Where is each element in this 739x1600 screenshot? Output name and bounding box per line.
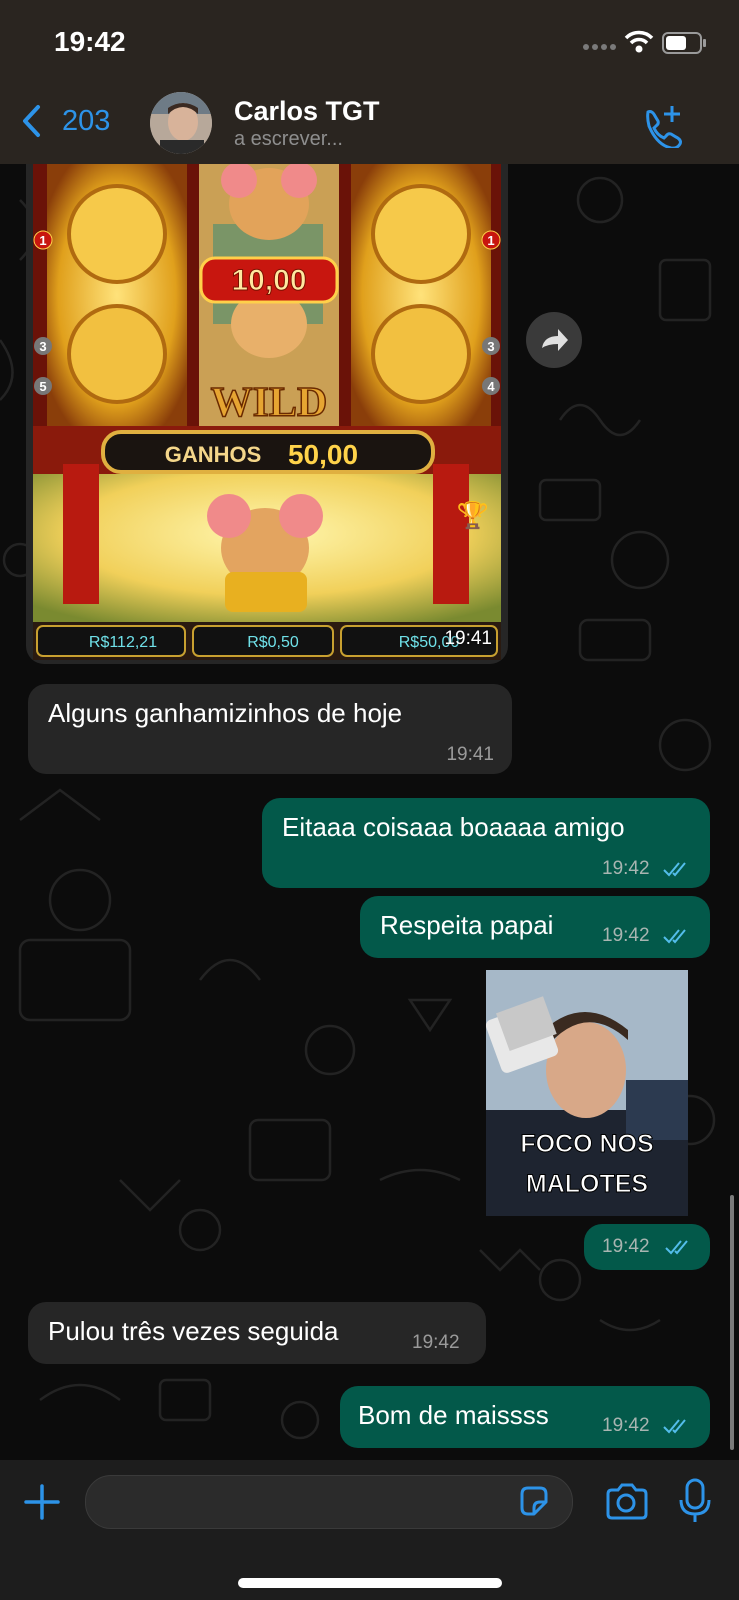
image-message-incoming[interactable]: 10,00 WILD 1 3 5 1 3 4 GANHOS 50,00 🏆 R$… <box>26 164 508 664</box>
message-text: Eitaaa coisaaa boaaaa amigo <box>282 812 625 842</box>
contact-name[interactable]: Carlos TGT <box>234 96 380 127</box>
message-time: 19:42 <box>602 1415 650 1436</box>
camera-button[interactable] <box>604 1482 648 1522</box>
message-text: Pulou três vezes seguida <box>48 1316 339 1346</box>
home-indicator <box>238 1578 502 1588</box>
back-button[interactable]: 203 <box>20 104 110 138</box>
message-time: 19:42 <box>602 1236 650 1257</box>
row-number-left-2: 3 <box>39 339 46 354</box>
multiplier-text: 10,00 <box>231 264 306 297</box>
row-number-left-3: 5 <box>39 379 46 394</box>
bet-value: R$0,50 <box>247 634 299 651</box>
message-incoming[interactable]: Pulou três vezes seguida 19:42 <box>28 1302 486 1364</box>
win-label: GANHOS <box>165 442 262 467</box>
message-text: Bom de maissss <box>358 1400 549 1430</box>
forward-icon <box>542 329 568 351</box>
message-time: 19:42 <box>602 925 650 946</box>
microphone-icon <box>679 1478 711 1522</box>
message-time: 19:42 <box>602 858 650 879</box>
attach-button[interactable] <box>22 1482 62 1522</box>
message-time: 19:42 <box>412 1332 460 1353</box>
message-text: Respeita papai <box>380 910 554 940</box>
chevron-left-icon <box>23 105 40 137</box>
contact-avatar[interactable] <box>150 92 212 154</box>
message-incoming[interactable]: Alguns ganhamizinhos de hoje 19:41 <box>28 684 512 774</box>
trophy-icon: 🏆 <box>457 500 489 530</box>
sticker-image: FOCO NOS MALOTES <box>486 970 688 1216</box>
status-bar: 19:42 <box>0 0 739 88</box>
plus-icon <box>24 1484 60 1520</box>
message-outgoing[interactable]: Bom de maissss 19:42 <box>340 1386 710 1448</box>
balance-value: R$112,21 <box>89 634 157 651</box>
row-number-right-2: 3 <box>487 339 494 354</box>
message-text: Alguns ganhamizinhos de hoje <box>48 698 403 728</box>
message-time: 19:41 <box>444 628 492 649</box>
message-time: 19:41 <box>446 744 494 765</box>
signal-icon <box>583 44 616 50</box>
voice-message-button[interactable] <box>678 1478 712 1526</box>
back-unread-count: 203 <box>62 104 111 137</box>
wifi-icon <box>624 30 654 53</box>
forward-button[interactable] <box>526 312 582 368</box>
message-input[interactable] <box>85 1475 573 1529</box>
sticker-icon <box>520 1486 548 1516</box>
message-outgoing[interactable]: Eitaaa coisaaa boaaaa amigo 19:42 <box>262 798 710 888</box>
contact-status: a escrever... <box>234 128 343 150</box>
status-time: 19:42 <box>54 26 126 57</box>
phone-plus-icon <box>646 106 682 150</box>
avatar-image <box>150 92 212 154</box>
read-receipt-icon <box>665 1240 688 1255</box>
read-receipt-icon <box>663 929 686 944</box>
add-call-button[interactable] <box>640 104 684 153</box>
row-number-right-3: 4 <box>487 379 495 394</box>
wild-text: WILD <box>211 380 328 426</box>
camera-icon <box>606 1483 648 1520</box>
row-number-right-1: 1 <box>487 233 494 248</box>
slot-game-screenshot: 10,00 WILD 1 3 5 1 3 4 GANHOS 50,00 🏆 R$… <box>33 164 501 660</box>
read-receipt-icon <box>663 862 686 877</box>
row-number-left-1: 1 <box>39 233 46 248</box>
scrollbar[interactable] <box>730 1195 734 1450</box>
message-outgoing[interactable]: Respeita papai 19:42 <box>360 896 710 958</box>
battery-icon <box>662 32 706 54</box>
sticker-caption-line2: MALOTES <box>526 1170 648 1198</box>
read-receipt-icon <box>663 1419 686 1434</box>
sticker-message-outgoing[interactable]: FOCO NOS MALOTES <box>486 970 688 1216</box>
sticker-time-badge: 19:42 <box>584 1224 710 1270</box>
sticker-caption-line1: FOCO NOS <box>520 1130 653 1158</box>
sticker-button[interactable] <box>516 1484 552 1520</box>
win-value: 50,00 <box>288 439 358 470</box>
